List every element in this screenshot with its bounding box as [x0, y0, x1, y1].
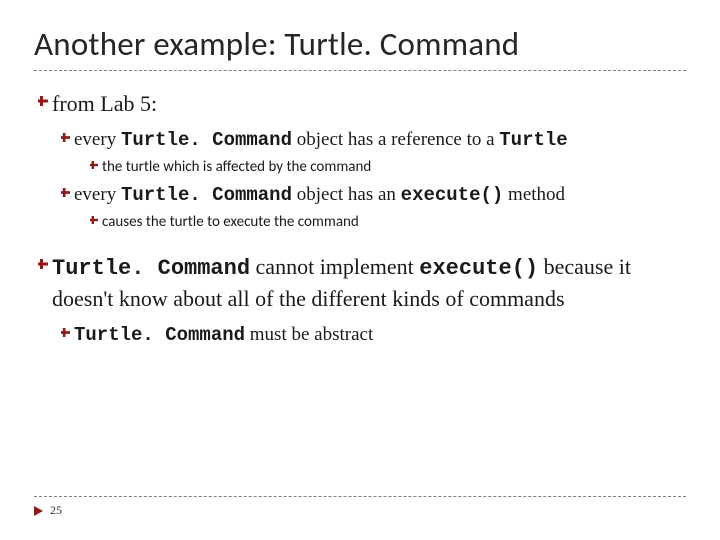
bullet-text: Turtle. Command cannot implement execute…	[52, 252, 686, 313]
bullet-icon	[34, 259, 52, 269]
t: method	[503, 184, 565, 205]
bullet-text: from Lab 5:	[52, 89, 157, 119]
bullet-icon	[56, 188, 74, 197]
bullet-icon	[86, 216, 102, 224]
page-number: 25	[50, 503, 62, 518]
t: must be abstract	[245, 324, 373, 345]
bullet-affected: the turtle which is affected by the comm…	[86, 157, 686, 177]
bullet-text: every Turtle. Command object has an exec…	[74, 182, 565, 209]
play-icon	[34, 506, 44, 516]
bullet-reference: every Turtle. Command object has a refer…	[56, 127, 686, 154]
t: cannot implement	[250, 254, 419, 279]
bullet-cannot-implement: Turtle. Command cannot implement execute…	[34, 252, 686, 313]
code: Turtle. Command	[74, 324, 245, 346]
bullet-causes: causes the turtle to execute the command	[86, 212, 686, 232]
code: execute()	[419, 256, 538, 281]
t: object has a reference to a	[292, 129, 499, 150]
bullet-text: every Turtle. Command object has a refer…	[74, 127, 568, 154]
bullet-text: the turtle which is affected by the comm…	[102, 157, 371, 177]
footer-row: 25	[34, 503, 686, 518]
bullet-icon	[86, 161, 102, 169]
bullet-from-lab5: from Lab 5:	[34, 89, 686, 119]
code: Turtle. Command	[121, 129, 292, 151]
bullet-icon	[34, 96, 52, 106]
bullet-icon	[56, 328, 74, 337]
slide: Another example: Turtle. Command from La…	[0, 0, 720, 348]
bullet-text: Turtle. Command must be abstract	[74, 322, 373, 349]
code: execute()	[401, 184, 504, 206]
slide-title: Another example: Turtle. Command	[34, 24, 686, 64]
t: every	[74, 184, 121, 205]
bullet-icon	[56, 133, 74, 142]
t: object has an	[292, 184, 401, 205]
code: Turtle. Command	[121, 184, 292, 206]
bullet-execute: every Turtle. Command object has an exec…	[56, 182, 686, 209]
content-body: from Lab 5: every Turtle. Command object…	[34, 89, 686, 348]
bullet-text: causes the turtle to execute the command	[102, 212, 359, 232]
spacer	[34, 234, 686, 252]
footer: 25	[34, 496, 686, 518]
code: Turtle	[499, 129, 567, 151]
bullet-abstract: Turtle. Command must be abstract	[56, 322, 686, 349]
title-divider	[34, 70, 686, 71]
t: every	[74, 129, 121, 150]
footer-divider	[34, 496, 686, 497]
code: Turtle. Command	[52, 256, 250, 281]
